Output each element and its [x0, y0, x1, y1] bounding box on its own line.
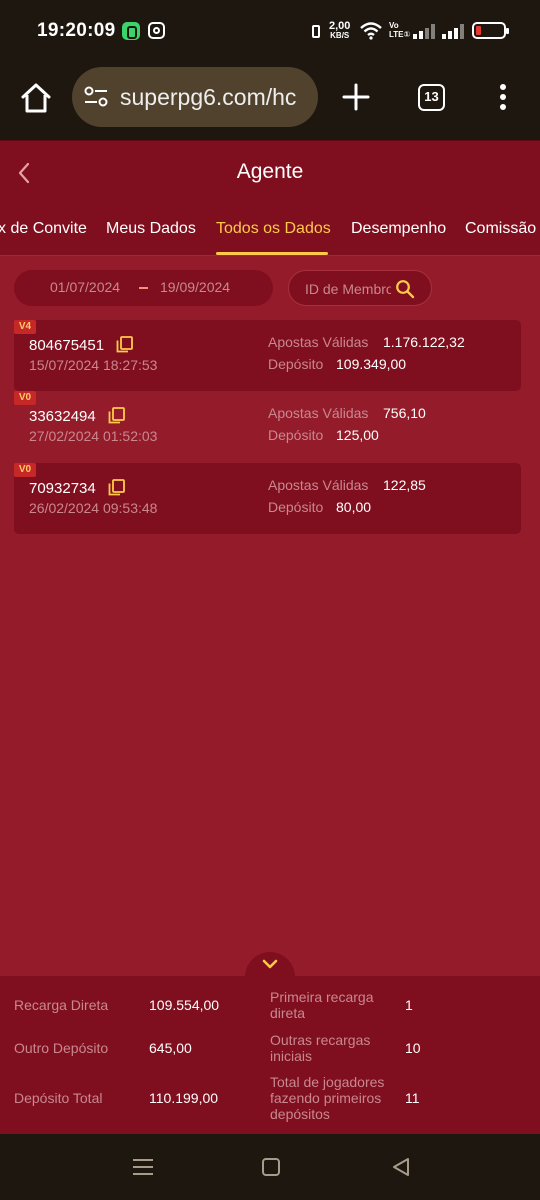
home-nav-icon[interactable]: [262, 1158, 280, 1176]
copy-icon[interactable]: [116, 336, 133, 353]
member-id-input[interactable]: [305, 279, 391, 299]
recarga-direta-value: 109.554,00: [149, 997, 220, 1013]
deposito-value: 80,00: [336, 499, 372, 515]
battery-icon: [472, 22, 509, 39]
status-time: 19:20:09: [37, 20, 116, 41]
recarga-direta-label: Recarga Direta: [14, 997, 109, 1013]
date-from[interactable]: 01/07/2024: [50, 279, 120, 295]
copy-icon[interactable]: [108, 407, 125, 424]
url-text[interactable]: superpg6.com/hc: [120, 84, 296, 111]
tab-bar: x de Convite Meus Dados Todos os Dados D…: [0, 204, 540, 256]
primeira-recarga-value: 1: [405, 997, 413, 1013]
member-record: V4 804675451 15/07/2024 18:27:53 Apostas…: [14, 320, 521, 391]
member-datetime: 26/02/2024 09:53:48: [29, 500, 158, 516]
active-tab-indicator: [216, 252, 328, 255]
collapse-summary-button[interactable]: [245, 952, 295, 978]
signal-icon: [413, 24, 435, 39]
recent-apps-icon[interactable]: [133, 1158, 153, 1176]
total-jogadores-value: 11: [405, 1090, 420, 1106]
vibrate-icon: [309, 22, 323, 40]
outras-recargas-value: 10: [405, 1040, 421, 1056]
tab-convite[interactable]: x de Convite: [0, 220, 87, 238]
member-id: 70932734: [29, 480, 96, 497]
system-nav-bar: [0, 1134, 540, 1200]
page-title: Agente: [236, 160, 304, 183]
deposito-label: Depósito: [268, 356, 324, 372]
primeira-recarga-label: Primeira recarga direta: [270, 989, 374, 1021]
date-range-picker[interactable]: 01/07/2024 19/09/2024: [14, 270, 273, 306]
signal-icon-2: [442, 24, 464, 39]
wifi-icon: [360, 22, 382, 40]
date-separator: [139, 287, 148, 289]
status-bar: 19:20:09 2,00 KB/S Vo LTE①: [0, 0, 540, 62]
date-to[interactable]: 19/09/2024: [160, 279, 230, 295]
more-menu-icon[interactable]: [498, 82, 510, 112]
apostas-label: Apostas Válidas: [268, 405, 369, 421]
back-nav-icon[interactable]: [390, 1156, 412, 1178]
apostas-value: 1.176.122,32: [383, 334, 465, 350]
chevron-down-icon: [262, 959, 278, 969]
member-record: V0 70932734 26/02/2024 09:53:48 Apostas …: [14, 463, 521, 534]
summary-panel: Recarga Direta 109.554,00 Primeira recar…: [0, 976, 540, 1134]
member-record: V0 33632494 27/02/2024 01:52:03 Apostas …: [14, 391, 521, 462]
outras-recargas-label: Outras recargas iniciais: [270, 1032, 371, 1064]
app-header: Agente: [0, 140, 540, 204]
new-tab-icon[interactable]: [341, 82, 371, 112]
volte-indicator: Vo LTE①: [389, 21, 411, 39]
member-id: 33632494: [29, 408, 96, 425]
level-badge: V0: [14, 463, 36, 477]
network-speed: 2,00 KB/S: [329, 20, 351, 41]
apostas-value: 122,85: [383, 477, 426, 493]
whatsapp-icon: [122, 22, 140, 40]
member-id: 804675451: [29, 337, 105, 354]
deposito-label: Depósito: [268, 427, 324, 443]
deposito-value: 109.349,00: [336, 356, 407, 372]
address-bar[interactable]: superpg6.com/hc: [72, 67, 318, 127]
apostas-label: Apostas Válidas: [268, 477, 369, 493]
deposito-value: 125,00: [336, 427, 379, 443]
instagram-icon: [148, 22, 165, 39]
search-icon[interactable]: [395, 279, 415, 299]
apostas-value: 756,10: [383, 405, 426, 421]
tab-todos-os-dados[interactable]: Todos os Dados: [216, 220, 331, 238]
member-search-box[interactable]: [288, 270, 432, 306]
tab-comissao[interactable]: Comissão: [465, 220, 536, 238]
outro-deposito-value: 645,00: [149, 1040, 192, 1056]
deposito-total-label: Depósito Total: [14, 1090, 103, 1106]
site-settings-icon[interactable]: [84, 86, 108, 108]
level-badge: V4: [14, 320, 36, 334]
browser-toolbar: superpg6.com/hc 13: [0, 62, 540, 140]
tab-meus-dados[interactable]: Meus Dados: [106, 220, 196, 238]
copy-icon[interactable]: [108, 479, 125, 496]
tab-switcher-button[interactable]: 13: [418, 84, 445, 111]
deposito-total-value: 110.199,00: [149, 1090, 219, 1106]
home-icon[interactable]: [18, 80, 54, 116]
member-datetime: 15/07/2024 18:27:53: [29, 357, 158, 373]
apostas-label: Apostas Válidas: [268, 334, 369, 350]
member-datetime: 27/02/2024 01:52:03: [29, 428, 158, 444]
tab-desempenho[interactable]: Desempenho: [351, 220, 446, 238]
level-badge: V0: [14, 391, 36, 405]
total-jogadores-label: Total de jogadores fazendo primeiros dep…: [270, 1074, 385, 1122]
outro-deposito-label: Outro Depósito: [14, 1040, 109, 1056]
deposito-label: Depósito: [268, 499, 324, 515]
